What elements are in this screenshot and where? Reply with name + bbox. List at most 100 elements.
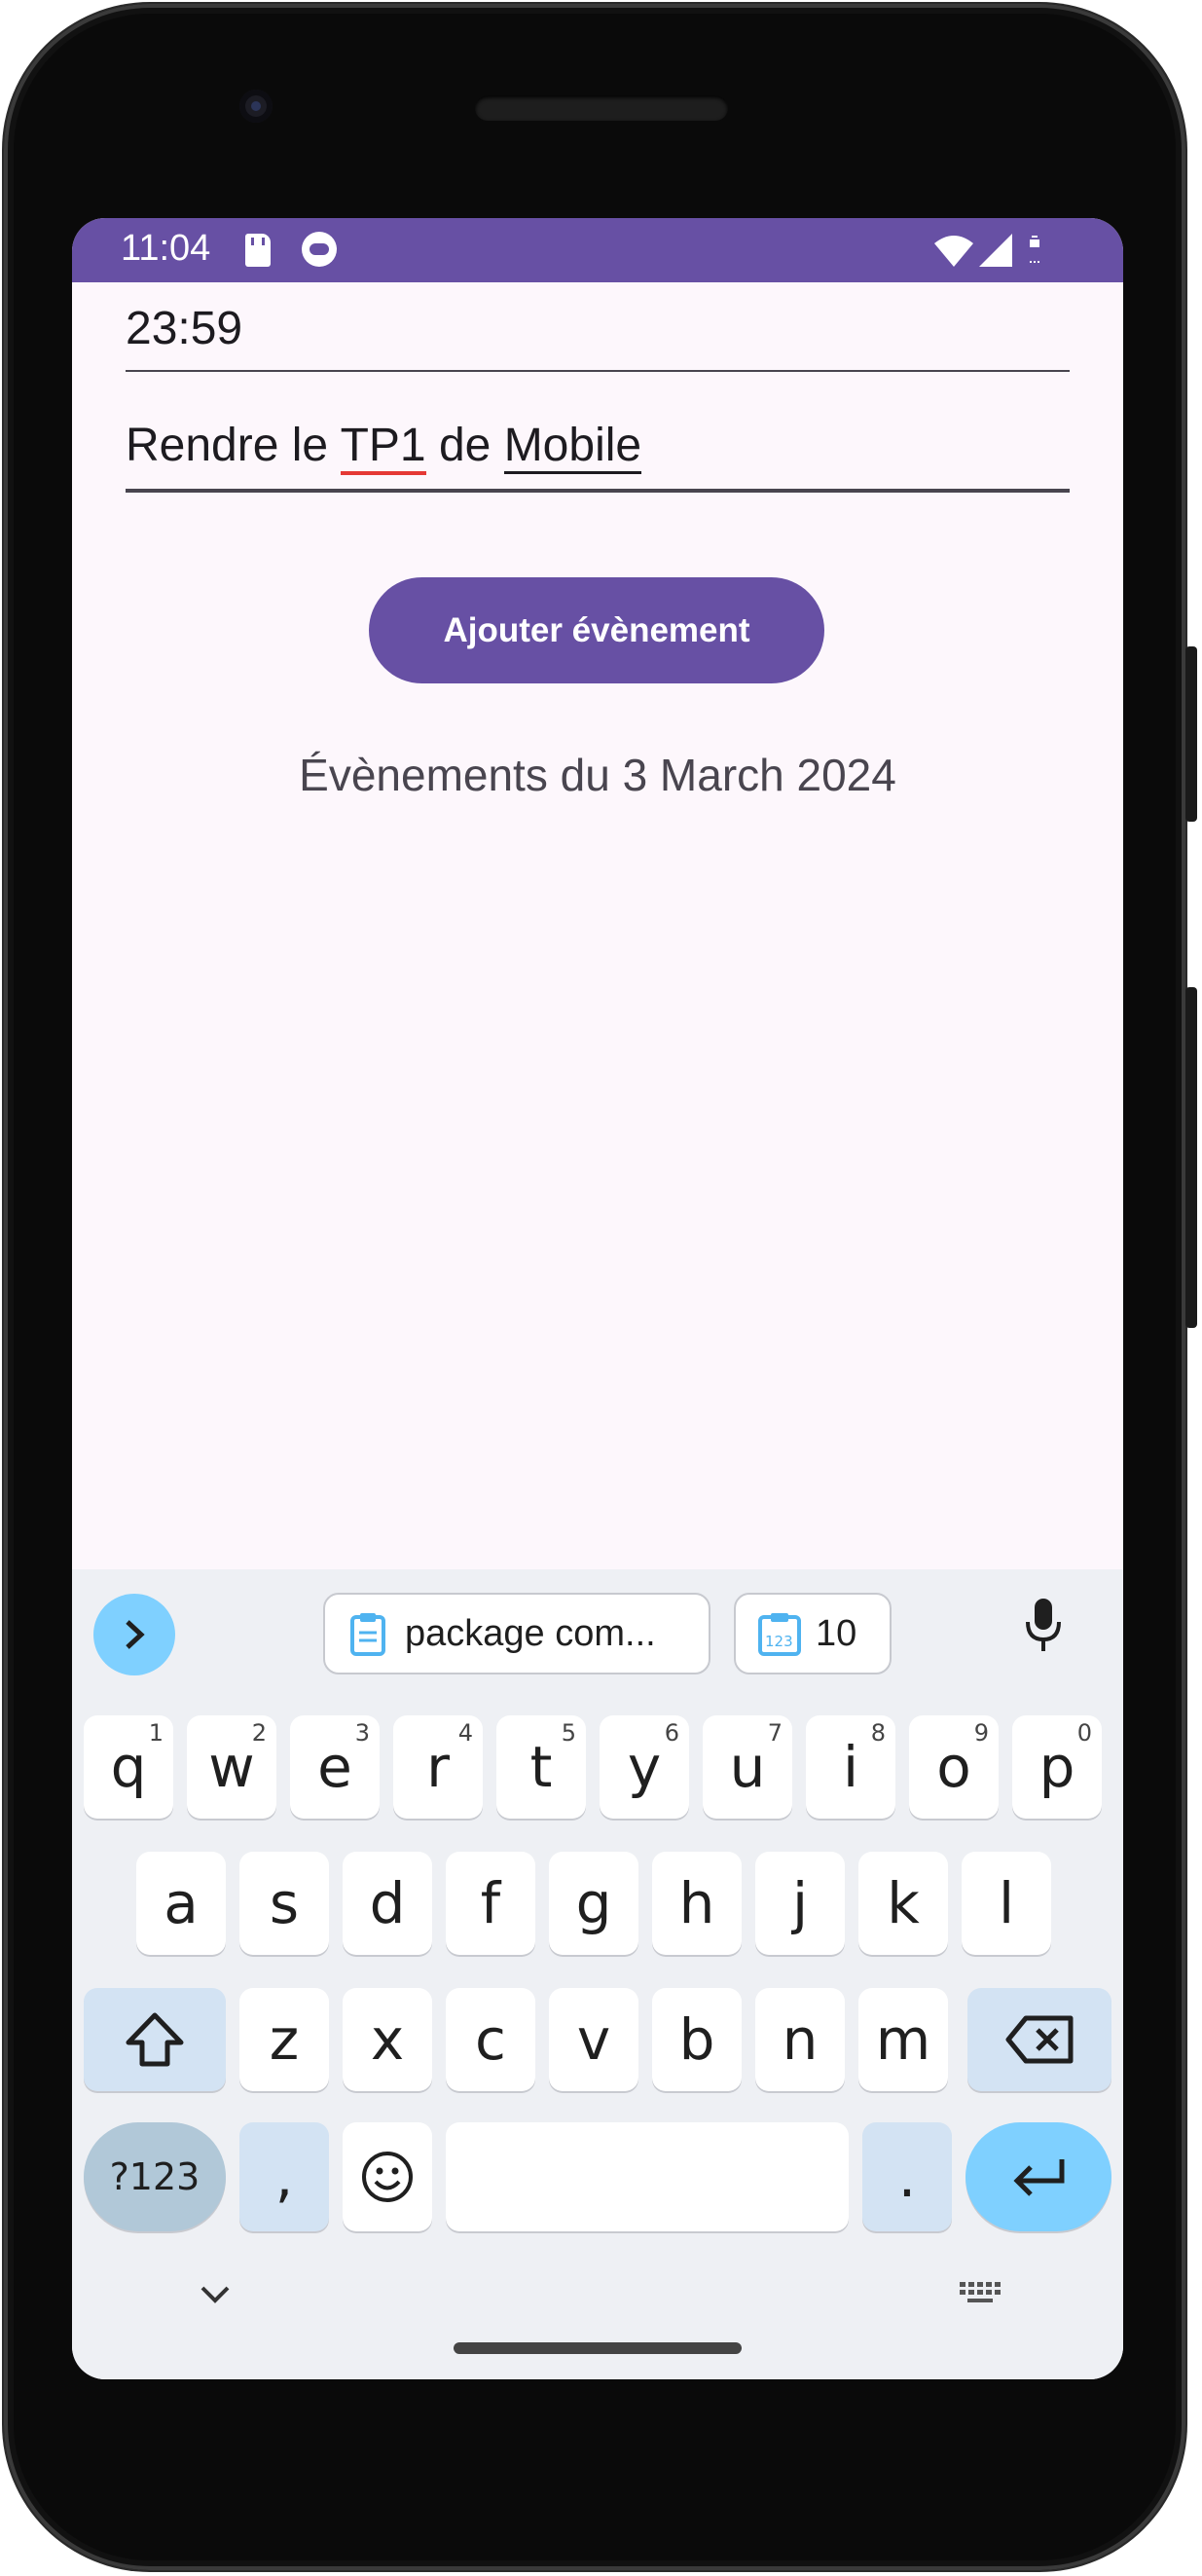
key-z[interactable]: z xyxy=(239,1988,329,2091)
clipboard-suggestion-text: package com... xyxy=(405,1612,656,1654)
screen: 11:04 23:59 Rendre le TP1 de Mobile Ajou… xyxy=(72,218,1123,2379)
phone-frame: 11:04 23:59 Rendre le TP1 de Mobile Ajou… xyxy=(4,4,1197,2570)
clipboard-count-chip[interactable]: 123 10 xyxy=(734,1593,892,1674)
key-l[interactable]: l xyxy=(962,1852,1051,1955)
clipboard-count: 10 xyxy=(816,1612,857,1654)
add-event-button[interactable]: Ajouter évènement xyxy=(369,577,824,683)
chevron-right-icon xyxy=(126,1620,145,1649)
key-hint: 8 xyxy=(870,1719,886,1747)
front-camera xyxy=(239,90,273,123)
key-i[interactable]: i8 xyxy=(806,1715,895,1819)
comma-key[interactable]: , xyxy=(239,2122,329,2231)
key-label: e xyxy=(317,1734,352,1800)
chevron-down-icon xyxy=(200,2286,230,2303)
key-d[interactable]: d xyxy=(343,1852,432,1955)
earpiece-speaker xyxy=(475,95,728,121)
key-hint: 4 xyxy=(457,1719,473,1747)
key-label: w xyxy=(208,1734,255,1800)
emoji-icon xyxy=(362,2152,413,2202)
key-label: s xyxy=(269,1870,300,1936)
event-text-part: de xyxy=(425,420,504,471)
key-hint: 3 xyxy=(354,1719,370,1747)
space-key[interactable] xyxy=(446,2122,849,2231)
gesture-home-handle[interactable] xyxy=(454,2342,742,2354)
voice-input-button[interactable] xyxy=(1024,1597,1063,1658)
sd-card-icon xyxy=(245,234,271,267)
composing-word: Mobile xyxy=(503,420,642,474)
key-a[interactable]: a xyxy=(136,1852,226,1955)
key-label: u xyxy=(729,1734,766,1800)
key-label: l xyxy=(998,1870,1015,1936)
enter-icon xyxy=(1013,2159,1065,2196)
key-m[interactable]: m xyxy=(858,1988,948,2091)
time-field-value: 23:59 xyxy=(126,303,243,354)
key-label: q xyxy=(110,1734,147,1800)
symbols-key[interactable]: ?123 xyxy=(84,2122,226,2231)
keyboard-icon xyxy=(960,2282,1001,2302)
event-field-value: Rendre le TP1 de Mobile xyxy=(126,419,642,475)
clipboard-suggestion-chip[interactable]: package com... xyxy=(323,1593,710,1674)
key-label: h xyxy=(678,1870,715,1936)
key-label: b xyxy=(678,2006,715,2073)
key-t[interactable]: t5 xyxy=(496,1715,586,1819)
key-hint: 2 xyxy=(251,1719,267,1747)
key-b[interactable]: b xyxy=(652,1988,742,2091)
hide-keyboard-button[interactable] xyxy=(199,2284,232,2310)
key-hint: 6 xyxy=(664,1719,679,1747)
key-label: v xyxy=(576,2006,611,2073)
key-hint: 9 xyxy=(973,1719,989,1747)
key-j[interactable]: j xyxy=(755,1852,845,1955)
key-p[interactable]: p0 xyxy=(1012,1715,1102,1819)
key-e[interactable]: e3 xyxy=(290,1715,380,1819)
key-c[interactable]: c xyxy=(446,1988,535,2091)
key-hint: 0 xyxy=(1076,1719,1092,1747)
key-x[interactable]: x xyxy=(343,1988,432,2091)
key-hint: 5 xyxy=(561,1719,576,1747)
key-label: j xyxy=(791,1870,809,1936)
shift-icon xyxy=(126,2012,184,2067)
key-y[interactable]: y6 xyxy=(600,1715,689,1819)
status-time: 11:04 xyxy=(121,228,211,269)
key-label: o xyxy=(936,1734,971,1800)
keyboard-toolbar-toggle[interactable] xyxy=(93,1594,175,1675)
volume-button xyxy=(1185,987,1197,1328)
signal-icon xyxy=(979,234,1012,267)
key-w[interactable]: w2 xyxy=(187,1715,276,1819)
key-v[interactable]: v xyxy=(549,1988,638,2091)
key-q[interactable]: q1 xyxy=(84,1715,173,1819)
keyboard-switch-button[interactable] xyxy=(958,2280,1002,2314)
time-field-underline xyxy=(126,370,1070,372)
key-o[interactable]: o9 xyxy=(909,1715,999,1819)
key-label: r xyxy=(426,1734,450,1800)
key-u[interactable]: u7 xyxy=(703,1715,792,1819)
key-label: a xyxy=(164,1870,199,1936)
status-bar: 11:04 xyxy=(72,218,1123,282)
key-label: c xyxy=(475,2006,506,2073)
key-label: g xyxy=(575,1870,612,1936)
event-field[interactable]: Rendre le TP1 de Mobile xyxy=(126,403,1070,493)
time-field[interactable]: 23:59 xyxy=(126,284,1070,372)
key-label: x xyxy=(370,2006,405,2073)
clipboard-numbers-icon: 123 xyxy=(757,1611,802,1656)
key-hint: 1 xyxy=(148,1719,164,1747)
key-s[interactable]: s xyxy=(239,1852,329,1955)
key-label: y xyxy=(627,1734,662,1800)
enter-key[interactable] xyxy=(965,2122,1111,2231)
key-k[interactable]: k xyxy=(858,1852,948,1955)
misspelled-word: TP1 xyxy=(340,420,426,475)
key-r[interactable]: r4 xyxy=(393,1715,483,1819)
status-icons xyxy=(934,234,1039,267)
key-h[interactable]: h xyxy=(652,1852,742,1955)
key-label: f xyxy=(480,1870,501,1936)
shift-key[interactable] xyxy=(84,1988,226,2091)
key-g[interactable]: g xyxy=(549,1852,638,1955)
key-n[interactable]: n xyxy=(755,1988,845,2091)
key-hint: 7 xyxy=(767,1719,783,1747)
key-f[interactable]: f xyxy=(446,1852,535,1955)
key-label: m xyxy=(875,2006,931,2073)
period-key[interactable]: . xyxy=(862,2122,952,2231)
emoji-key[interactable] xyxy=(343,2122,432,2231)
key-label: t xyxy=(529,1734,553,1800)
backspace-key[interactable] xyxy=(967,1988,1111,2091)
key-label: d xyxy=(369,1870,406,1936)
